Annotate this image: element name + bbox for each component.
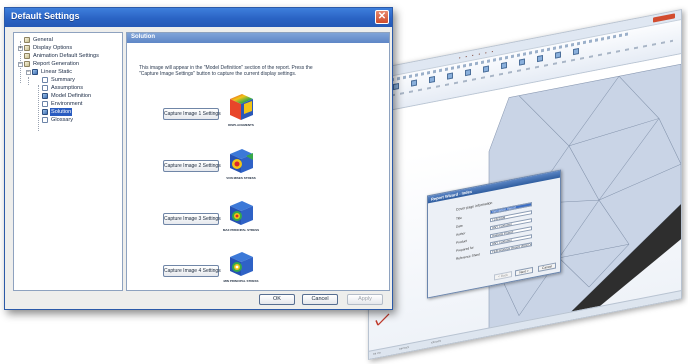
ribbon-tool-icon[interactable] xyxy=(537,54,543,63)
expand-plus-icon[interactable]: + xyxy=(18,46,23,51)
tree-item-label: Animation Default Settings xyxy=(33,53,99,59)
capture-image-3-button[interactable]: Capture Image 3 Settings xyxy=(163,213,221,225)
page-icon xyxy=(42,85,48,91)
tree-item-label: Linear Static xyxy=(41,69,73,75)
ribbon-tool-icon[interactable] xyxy=(429,75,435,84)
capture-2-caption: VON MISES STRESS xyxy=(226,176,256,180)
tree-item-label: Environment xyxy=(51,101,83,107)
solution-panel: Solution This image will appear in the "… xyxy=(126,32,390,291)
tree-connector xyxy=(28,77,29,85)
solution-icon xyxy=(42,109,48,115)
wizard-field-label: Title xyxy=(456,215,462,221)
cad-application-window: ▪ ▪ ▪ ▪ ▪ ▪ Report Wizard - Index Cover … xyxy=(368,8,682,361)
settings-doc-icon xyxy=(24,61,30,67)
ribbon-tool-icon[interactable] xyxy=(447,72,453,80)
ribbon-tool-icon[interactable] xyxy=(411,79,417,87)
settings-doc-icon xyxy=(24,53,30,59)
capture-image-2-button[interactable]: Capture Image 2 Settings xyxy=(163,160,221,172)
capture-1-caption: DISPLACEMENTS xyxy=(228,123,254,127)
von-mises-plot-icon xyxy=(230,149,253,173)
settings-doc-icon xyxy=(24,45,30,51)
max-principal-plot-icon xyxy=(230,201,253,225)
tree-item-label: General xyxy=(33,37,53,43)
tree-item-label: Report Generation xyxy=(33,61,80,67)
study-icon xyxy=(32,69,38,75)
wizard-field-label: Product xyxy=(456,238,467,245)
default-settings-dialog: Default Settings ✕ General + Display Opt… xyxy=(4,7,393,310)
displacement-plot-icon xyxy=(230,94,253,120)
app-sheet-tab[interactable]: ▭▭▭ xyxy=(429,338,443,346)
capture-image-4-button[interactable]: Capture Image 4 Settings xyxy=(163,265,221,277)
wizard-cancel-button[interactable]: Cancel xyxy=(538,262,556,272)
tree-item-label: Display Options xyxy=(33,45,73,51)
tree-item-label: Assumptions xyxy=(51,85,84,91)
wizard-field-label: Reference Sheet xyxy=(456,252,480,261)
wizard-field-label: Prepared for xyxy=(456,245,474,253)
apply-button[interactable]: Apply xyxy=(347,294,383,305)
wizard-back-button[interactable]: < Back xyxy=(494,271,512,281)
capture-image-1-button[interactable]: Capture Image 1 Settings xyxy=(163,108,221,120)
min-principal-plot-icon xyxy=(230,252,253,276)
ribbon-tool-icon[interactable] xyxy=(519,58,525,66)
dialog-title-bar[interactable]: Default Settings ✕ xyxy=(5,8,392,27)
page-icon xyxy=(42,77,48,83)
app-sheet-tab[interactable]: ▭▭▭ xyxy=(397,345,411,353)
ribbon-tool-icon[interactable] xyxy=(393,82,399,91)
model-icon xyxy=(42,93,48,99)
page-icon xyxy=(42,101,48,107)
tree-item-label: Glossary xyxy=(51,117,74,123)
tree-item-label: Summary xyxy=(51,77,75,83)
cancel-button[interactable]: Cancel xyxy=(302,294,338,305)
tree-connector xyxy=(38,85,39,131)
close-button[interactable]: ✕ xyxy=(375,10,389,24)
capture-3-caption: MAX PRINCIPAL STRESS xyxy=(222,228,260,232)
tree-item-label: Solution xyxy=(50,108,73,116)
collapse-minus-icon[interactable]: − xyxy=(26,70,31,75)
wizard-field-label: Author xyxy=(456,231,466,237)
ribbon-tool-icon[interactable] xyxy=(465,68,471,77)
ribbon-tool-icon[interactable] xyxy=(555,51,561,59)
settings-doc-icon xyxy=(24,37,30,43)
tree-item-label: Model Definition xyxy=(51,93,92,99)
settings-tree: General + Display Options Animation Defa… xyxy=(13,32,123,291)
dialog-title: Default Settings xyxy=(11,11,80,21)
capture-4-caption: MIN PRINCIPAL STRESS xyxy=(223,279,259,283)
wizard-field-label: Date xyxy=(456,223,463,229)
ribbon-tool-icon[interactable] xyxy=(483,65,489,73)
close-icon: ✕ xyxy=(377,11,387,22)
collapse-minus-icon[interactable]: − xyxy=(18,62,23,67)
ribbon-tool-icon[interactable] xyxy=(501,61,507,70)
panel-header: Solution xyxy=(127,33,389,43)
wizard-next-button[interactable]: Next > xyxy=(515,266,533,277)
ok-button[interactable]: OK xyxy=(259,294,295,305)
panel-description: This image will appear in the "Model Def… xyxy=(139,65,313,77)
page-icon xyxy=(42,117,48,123)
ribbon-tool-icon[interactable] xyxy=(573,47,579,56)
app-sheet-tab[interactable]: ▭ ▭ xyxy=(371,350,383,357)
panel-title: Solution xyxy=(131,34,155,40)
